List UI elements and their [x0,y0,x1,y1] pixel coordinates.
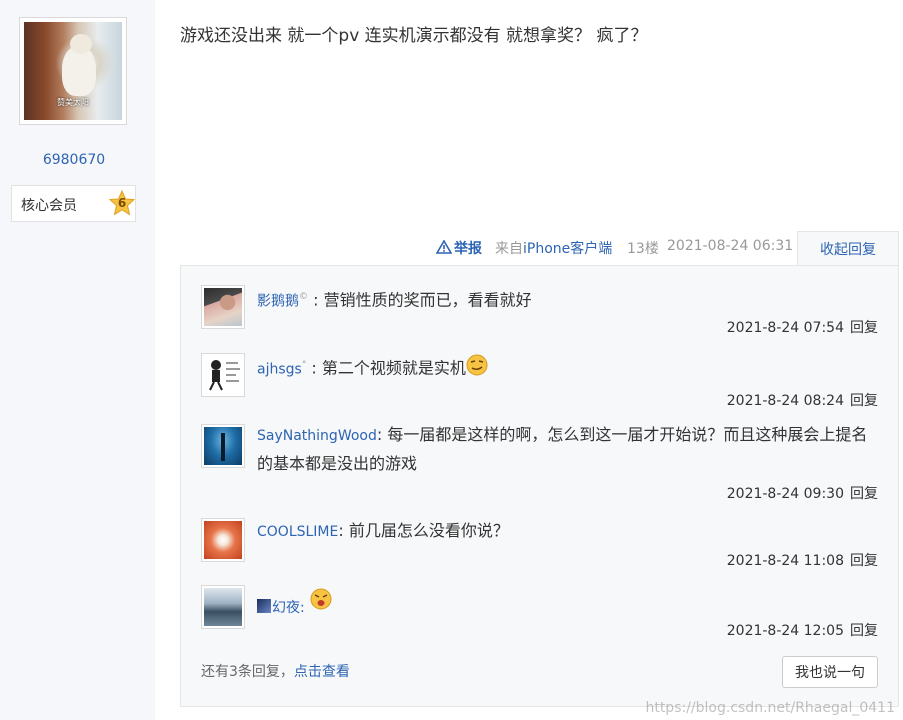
collapse-replies-button[interactable]: 收起回复 [797,231,899,267]
reply-time: 2021-8-24 09:30 [726,486,844,502]
post-content: 游戏还没出来 就一个pv 连实机演示都没有 就想拿奖？ 疯了？ [180,26,648,46]
reply-avatar[interactable] [201,518,245,562]
vip-mark: © [299,292,308,302]
more-replies: 还有3条回复，点击查看 [201,661,350,681]
reply-content: 影鹅鹅© : 营销性质的奖而已，看看就好 [257,284,878,315]
reply-username[interactable]: COOLSLIME [257,524,338,540]
post-time: 2021-08-24 06:31 [667,238,794,254]
reply-content: 幻夜: [257,588,878,622]
reply-text: : 第二个视频就是实机 [311,358,466,378]
reply-content: SayNathingWood: 每一届都是这样的啊，怎么到这一届才开始说？而且这… [257,421,878,477]
reply-username[interactable]: 幻夜 [272,600,300,616]
reply-button[interactable]: 回复 [850,553,878,569]
reply-avatar[interactable] [201,285,245,329]
reply-button[interactable]: 回复 [850,486,878,502]
reply-username[interactable]: 影鹅鹅 [257,293,299,309]
watermark: https://blog.csdn.net/Rhaegal_0411 [645,700,895,716]
reply-avatar-image [204,588,242,626]
reply-box: 影鹅鹅© : 营销性质的奖而已，看看就好 2021-8-24 07:54 回复 [180,265,899,707]
user-level-icon [257,599,271,613]
reply-avatar-image [204,356,242,394]
reply-content: COOLSLIME: 前几届怎么没看你说？ [257,517,878,546]
client-prefix: 来自 [495,241,523,257]
stick-figure-icon [209,360,240,391]
post-client-info: 来自iPhone客户端 [495,238,612,258]
more-replies-prefix: 还有3条回复， [201,664,294,680]
member-level-number: 6 [117,196,127,210]
reply-avatar-image [204,427,242,465]
reply-time: 2021-8-24 07:54 [726,320,844,336]
floor-number: 13楼 [627,241,659,257]
avatar-image: 赞美太阳 [24,22,122,120]
member-level-badge: 6 [108,189,136,218]
shocked-face-emoji-icon [310,588,332,610]
reply-avatar[interactable] [201,424,245,468]
add-comment-button[interactable]: 我也说一句 [782,656,878,688]
report-link[interactable]: 举报 [436,238,482,258]
reply-text: : 营销性质的奖而已，看看就好 [313,290,532,310]
figure-silhouette [221,433,225,461]
reply-text: : [300,600,305,616]
view-more-link[interactable]: 点击查看 [294,664,350,680]
reply-footer: 2021-8-24 11:08 回复 [727,550,878,570]
reply-time: 2021-8-24 08:24 [726,393,844,409]
avatar-caption: 赞美太阳 [57,98,89,107]
reply-avatar-image [204,288,242,326]
reply-avatar[interactable] [201,353,245,397]
reply-time: 2021-8-24 12:05 [726,623,844,639]
reply-button[interactable]: 回复 [850,320,878,336]
reply-time: 2021-8-24 11:08 [726,553,844,569]
reply-username[interactable]: SayNathingWood [257,428,377,444]
reply-text: : 前几届怎么没看你说？ [338,521,509,540]
reply-avatar-image [204,521,242,559]
reply-button[interactable]: 回复 [850,393,878,409]
report-label: 举报 [454,241,482,257]
reply-footer: 2021-8-24 09:30 回复 [727,483,878,503]
smug-face-emoji-icon [466,354,488,376]
member-badge-box[interactable]: 核心会员 6 [11,185,136,222]
reply-footer: 2021-8-24 08:24 回复 [727,390,878,410]
author-avatar[interactable]: 赞美太阳 [19,17,127,125]
reply-username[interactable]: ajhsgs [257,361,302,377]
client-link[interactable]: iPhone客户端 [523,241,612,257]
reply-avatar[interactable] [201,585,245,629]
member-label: 核心会员 [21,198,77,214]
reply-footer: 2021-8-24 12:05 回复 [727,620,878,640]
reply-content: ajhsgs° : 第二个视频就是实机 [257,352,878,383]
warning-icon [436,240,452,254]
avatar-cat-head [70,34,92,54]
vip-mark: ° [301,360,307,370]
reply-button[interactable]: 回复 [850,623,878,639]
author-name-link[interactable]: 6980670 [0,152,148,168]
reply-footer: 2021-8-24 07:54 回复 [727,317,878,337]
